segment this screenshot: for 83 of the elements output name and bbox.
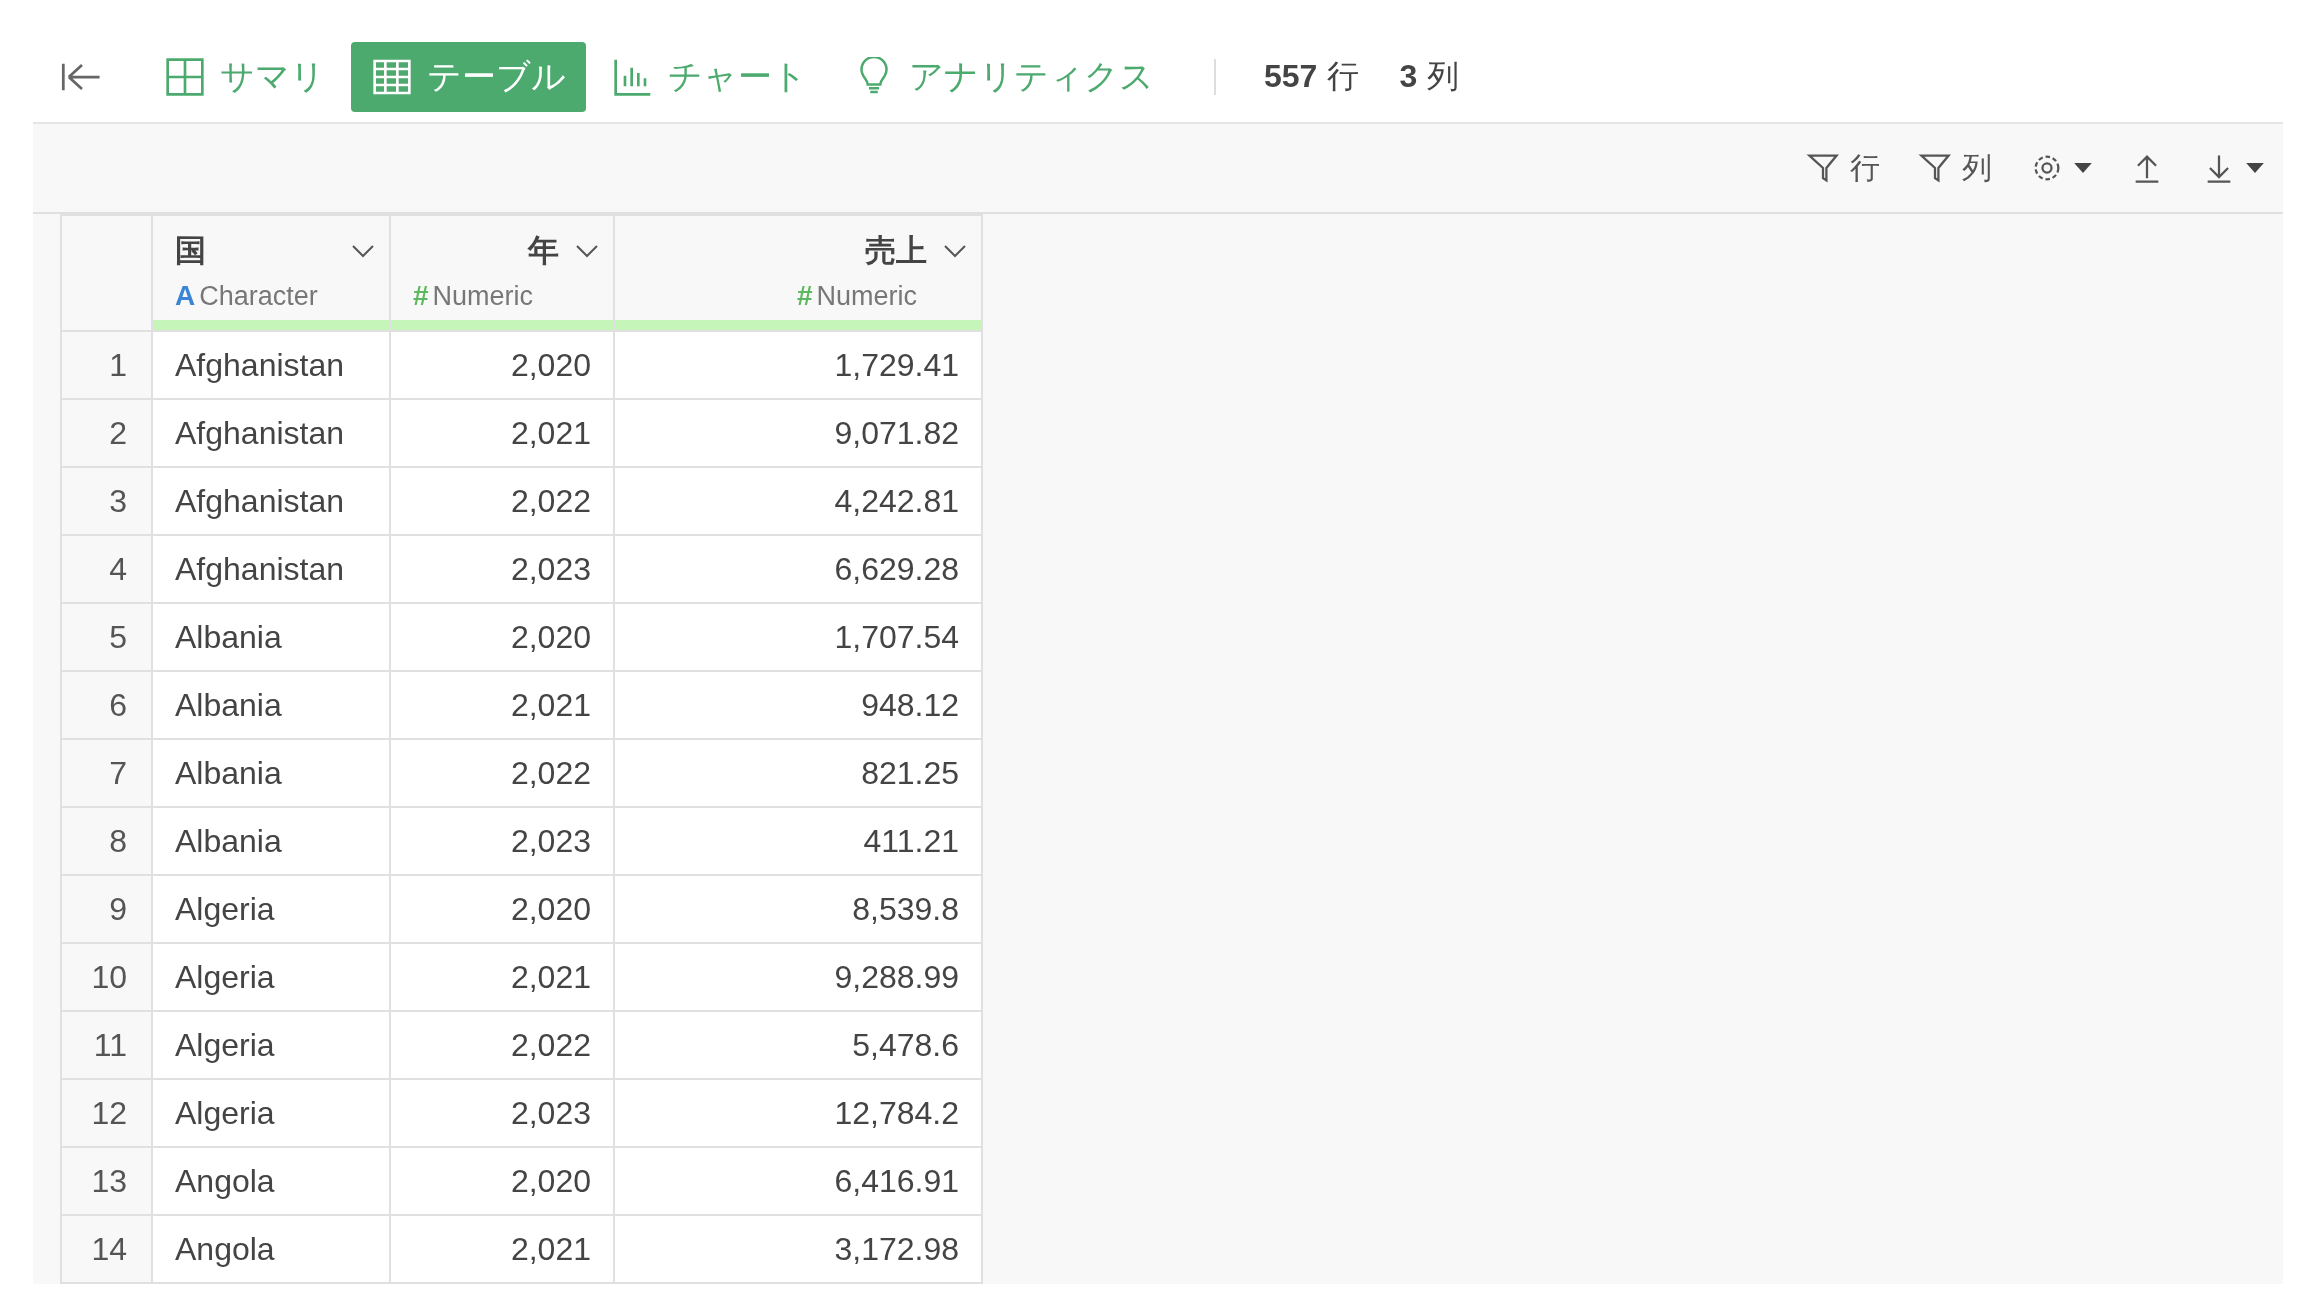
table-cell: 6,416.91 xyxy=(614,1147,982,1215)
row-number: 10 xyxy=(61,943,152,1011)
table-cell: 6,629.28 xyxy=(614,535,982,603)
table-cell: 411.21 xyxy=(614,807,982,875)
table-cell: 2,020 xyxy=(390,331,614,399)
row-number: 5 xyxy=(61,603,152,671)
column-type: Numeric xyxy=(432,280,534,312)
row-number: 8 xyxy=(61,807,152,875)
row-number: 3 xyxy=(61,467,152,535)
grid-icon xyxy=(164,57,206,97)
row-number: 4 xyxy=(61,535,152,603)
row-number: 11 xyxy=(61,1011,152,1079)
count-value: 3 xyxy=(1399,58,1418,95)
column-name: 売上 xyxy=(865,232,927,270)
table-cell: 948.12 xyxy=(614,671,982,739)
table-cell: 2,021 xyxy=(390,399,614,467)
row-number: 13 xyxy=(61,1147,152,1215)
row-number: 1 xyxy=(61,331,152,399)
table-cell: Afghanistan xyxy=(152,331,390,399)
table-cell: Algeria xyxy=(152,1011,390,1079)
table-cell: 2,021 xyxy=(390,1215,614,1283)
column-name: 国 xyxy=(175,232,206,270)
type-icon: # xyxy=(413,280,429,312)
table-cell: Albania xyxy=(152,739,390,807)
table-cell: 821.25 xyxy=(614,739,982,807)
table-cell: 2,023 xyxy=(390,807,614,875)
table-cell: Albania xyxy=(152,671,390,739)
table-cell: 2,021 xyxy=(390,671,614,739)
chevron-down-icon[interactable] xyxy=(351,244,375,258)
caret-icon xyxy=(2246,162,2264,174)
table-cell: 2,023 xyxy=(390,1079,614,1147)
chevron-down-icon[interactable] xyxy=(575,244,599,258)
table-cell: 2,020 xyxy=(390,875,614,943)
table-cell: 2,023 xyxy=(390,535,614,603)
caret-icon xyxy=(2074,162,2092,174)
table-cell: 9,071.82 xyxy=(614,399,982,467)
filter-button[interactable]: 列 xyxy=(1914,143,1996,193)
table-cell: 2,022 xyxy=(390,739,614,807)
table-cell: 1,729.41 xyxy=(614,331,982,399)
filter-icon xyxy=(1806,151,1840,185)
table-cell: Afghanistan xyxy=(152,467,390,535)
table-cell: 8,539.8 xyxy=(614,875,982,943)
column-header[interactable]: 売上 #Numeric xyxy=(614,215,982,331)
filter-button[interactable]: 行 xyxy=(1802,143,1884,193)
table-cell: 3,172.98 xyxy=(614,1215,982,1283)
row-number: 12 xyxy=(61,1079,152,1147)
count-unit: 列 xyxy=(1427,57,1460,96)
table-cell: 2,020 xyxy=(390,603,614,671)
table-cell: 2,021 xyxy=(390,943,614,1011)
table-cell: Albania xyxy=(152,807,390,875)
table-cell: 12,784.2 xyxy=(614,1079,982,1147)
column-header[interactable]: 国 ACharacter xyxy=(152,215,390,331)
row-number: 9 xyxy=(61,875,152,943)
table-cell: Albania xyxy=(152,603,390,671)
filter-icon xyxy=(1918,151,1952,185)
table-cell: 9,288.99 xyxy=(614,943,982,1011)
table-cell: Angola xyxy=(152,1147,390,1215)
table-cell: 4,242.81 xyxy=(614,467,982,535)
table-cell: 5,478.6 xyxy=(614,1011,982,1079)
count-value: 557 xyxy=(1264,58,1318,95)
chevron-down-icon[interactable] xyxy=(943,244,967,258)
table-cell: 1,707.54 xyxy=(614,603,982,671)
row-number: 14 xyxy=(61,1215,152,1283)
row-number: 2 xyxy=(61,399,152,467)
column-header[interactable]: 年 #Numeric xyxy=(390,215,614,331)
table-cell: Algeria xyxy=(152,875,390,943)
column-name: 年 xyxy=(528,232,559,270)
row-number: 6 xyxy=(61,671,152,739)
table-cell: Afghanistan xyxy=(152,535,390,603)
table-cell: Algeria xyxy=(152,943,390,1011)
table-cell: 2,022 xyxy=(390,1011,614,1079)
type-icon: A xyxy=(175,280,196,312)
row-number: 7 xyxy=(61,739,152,807)
table-cell: Angola xyxy=(152,1215,390,1283)
table-cell: Afghanistan xyxy=(152,399,390,467)
table-cell: 2,020 xyxy=(390,1147,614,1215)
table-cell: 2,022 xyxy=(390,467,614,535)
table-cell: Algeria xyxy=(152,1079,390,1147)
count-unit: 行 xyxy=(1327,57,1360,96)
type-icon: # xyxy=(796,280,813,312)
table-icon xyxy=(371,57,413,97)
column-type: Numeric xyxy=(816,280,917,312)
column-type: Character xyxy=(199,280,318,312)
